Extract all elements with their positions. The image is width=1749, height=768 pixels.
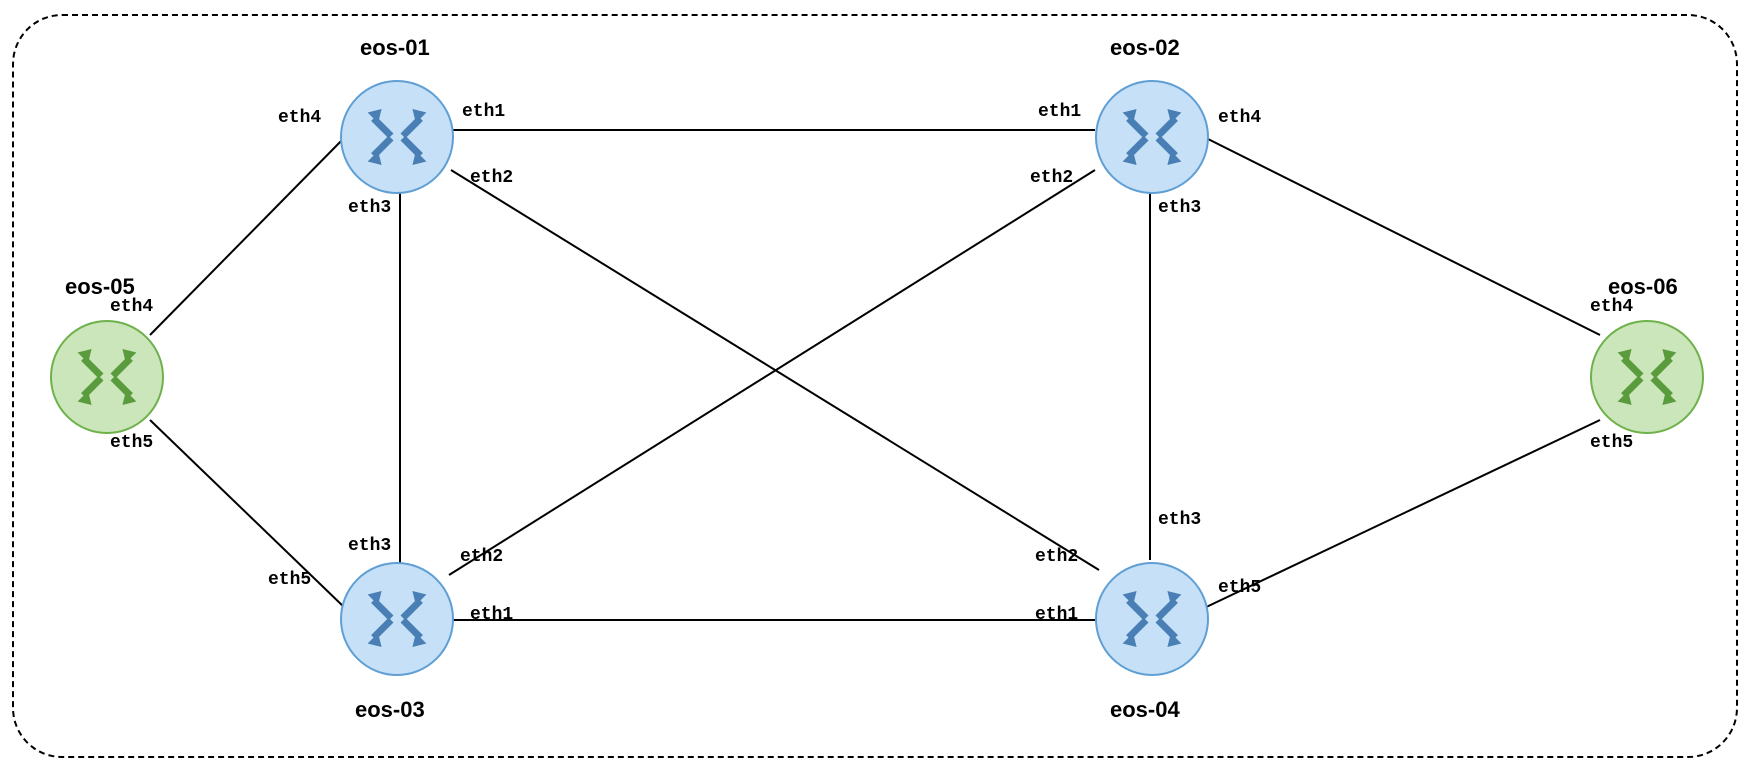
port-eos05-eth4: eth4: [110, 297, 153, 317]
label-eos-04: eos-04: [1110, 697, 1180, 723]
port-eos03-eth2: eth2: [460, 547, 503, 567]
port-eos06-eth4: eth4: [1590, 297, 1633, 317]
port-eos03-eth5: eth5: [268, 570, 311, 590]
router-icon: [1117, 584, 1187, 654]
port-eos02-eth3: eth3: [1158, 198, 1201, 218]
node-eos-04[interactable]: [1095, 562, 1209, 676]
router-icon: [362, 584, 432, 654]
port-eos01-eth2: eth2: [470, 168, 513, 188]
router-icon: [1612, 342, 1682, 412]
node-eos-01[interactable]: [340, 80, 454, 194]
label-eos-02: eos-02: [1110, 35, 1180, 61]
router-icon: [362, 102, 432, 172]
port-eos04-eth1: eth1: [1035, 605, 1078, 625]
port-eos01-eth1: eth1: [462, 102, 505, 122]
port-eos03-eth1: eth1: [470, 605, 513, 625]
topology-boundary: [12, 14, 1738, 758]
label-eos-03: eos-03: [355, 697, 425, 723]
node-eos-02[interactable]: [1095, 80, 1209, 194]
router-icon: [1117, 102, 1187, 172]
label-eos-01: eos-01: [360, 35, 430, 61]
port-eos02-eth2: eth2: [1030, 168, 1073, 188]
router-icon: [72, 342, 142, 412]
port-eos01-eth3: eth3: [348, 198, 391, 218]
node-eos-06[interactable]: [1590, 320, 1704, 434]
port-eos02-eth1: eth1: [1038, 102, 1081, 122]
port-eos06-eth5: eth5: [1590, 433, 1633, 453]
port-eos03-eth3: eth3: [348, 536, 391, 556]
port-eos01-eth4: eth4: [278, 108, 321, 128]
port-eos04-eth2: eth2: [1035, 547, 1078, 567]
node-eos-03[interactable]: [340, 562, 454, 676]
node-eos-05[interactable]: [50, 320, 164, 434]
port-eos05-eth5: eth5: [110, 433, 153, 453]
port-eos02-eth4: eth4: [1218, 108, 1261, 128]
port-eos04-eth5: eth5: [1218, 578, 1261, 598]
port-eos04-eth3: eth3: [1158, 510, 1201, 530]
